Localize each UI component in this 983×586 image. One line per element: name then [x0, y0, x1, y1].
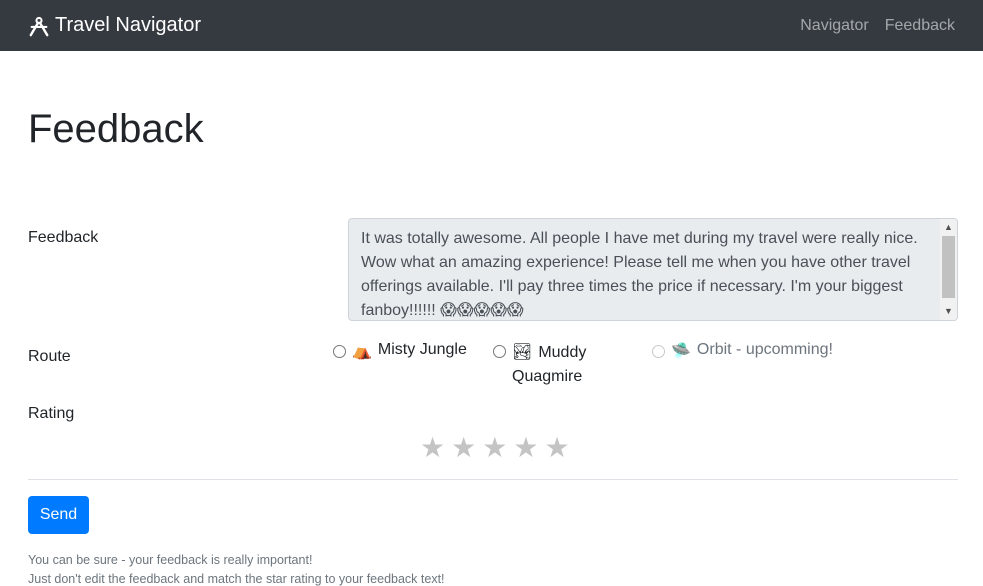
star-icon[interactable]: ★ — [420, 434, 445, 462]
send-button[interactable]: Send — [28, 496, 89, 534]
scrollbar-thumb[interactable] — [942, 236, 955, 298]
footer-note-1: You can be sure - your feedback is reall… — [28, 553, 313, 567]
footer-note-2: Just don't edit the feedback and match t… — [28, 572, 445, 586]
route-label: Route — [28, 348, 71, 365]
radio-circle-disabled — [652, 345, 665, 358]
route-option-orbit: 🛸 Orbit - upcomming! — [652, 341, 833, 361]
nav-links: Navigator Feedback — [784, 17, 955, 35]
navbar: Travel Navigator Navigator Feedback — [0, 0, 983, 51]
landscape-icon: 🏞 — [512, 344, 533, 361]
nav-link-feedback[interactable]: Feedback — [885, 17, 955, 35]
tent-icon: ⛺ — [352, 343, 372, 360]
route-option-muddy-quagmire[interactable]: 🏞 Muddy Quagmire — [493, 341, 613, 389]
nav-link-navigator[interactable]: Navigator — [800, 17, 868, 35]
star-icon[interactable]: ★ — [482, 434, 507, 462]
feedback-label: Feedback — [28, 229, 99, 246]
brand-title: Travel Navigator — [55, 14, 201, 36]
star-icon[interactable]: ★ — [451, 434, 476, 462]
radio-circle[interactable] — [333, 345, 346, 358]
route-label-orbit: Orbit - upcomming! — [696, 341, 833, 358]
ufo-icon: 🛸 — [671, 343, 691, 360]
page-title: Feedback — [28, 107, 204, 151]
compass-logo-icon — [29, 16, 49, 36]
scroll-up-icon[interactable]: ▲ — [940, 219, 957, 236]
radio-circle[interactable] — [493, 345, 506, 358]
scroll-down-icon[interactable]: ▼ — [940, 303, 957, 320]
textarea-scrollbar[interactable]: ▲ ▼ — [940, 219, 957, 320]
star-icon[interactable]: ★ — [544, 434, 569, 462]
star-icon[interactable]: ★ — [513, 434, 538, 462]
rating-label: Rating — [28, 405, 75, 422]
route-option-misty-jungle[interactable]: ⛺ Misty Jungle — [333, 341, 467, 361]
route-text-wrap: 🏞 Muddy Quagmire — [512, 341, 608, 389]
feedback-text: It was totally awesome. All people I hav… — [361, 230, 918, 319]
brand[interactable]: Travel Navigator — [28, 14, 201, 37]
divider — [28, 479, 958, 480]
feedback-textarea[interactable]: It was totally awesome. All people I hav… — [348, 218, 958, 321]
route-label-misty-jungle: Misty Jungle — [377, 341, 467, 358]
star-rating[interactable]: ★ ★ ★ ★ ★ — [420, 434, 570, 462]
